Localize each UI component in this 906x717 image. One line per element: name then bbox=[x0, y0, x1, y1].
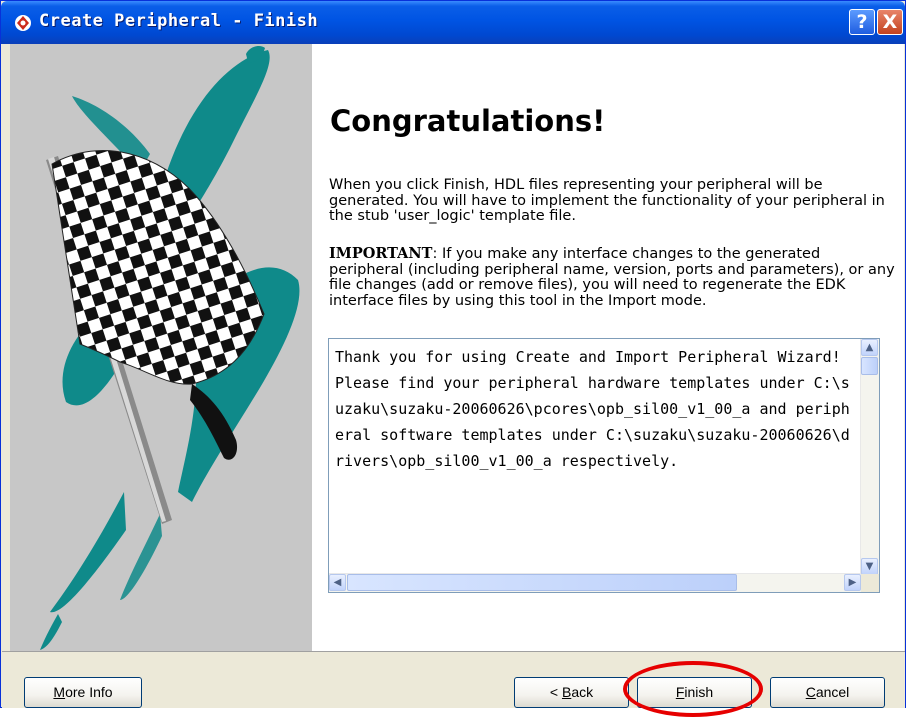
vertical-scroll-thumb[interactable] bbox=[861, 357, 878, 375]
finish-button[interactable]: Finish bbox=[637, 677, 752, 708]
help-button[interactable]: ? bbox=[849, 9, 875, 35]
button-bar: More Info < Back Finish Cancel bbox=[2, 651, 905, 708]
vertical-scrollbar[interactable]: ▲ ▼ bbox=[860, 339, 879, 575]
page-title: Congratulations! bbox=[330, 104, 606, 138]
title-bar[interactable]: Create Peripheral - Finish ? X bbox=[1, 1, 905, 44]
scroll-right-icon[interactable]: ▶ bbox=[844, 574, 861, 591]
back-button[interactable]: < Back bbox=[514, 677, 629, 708]
horizontal-scrollbar[interactable]: ◀ ▶ bbox=[329, 573, 861, 592]
close-button[interactable]: X bbox=[877, 9, 903, 35]
scroll-left-icon[interactable]: ◀ bbox=[329, 574, 346, 591]
content-panel: Congratulations! When you click Finish, … bbox=[312, 44, 904, 651]
more-info-button[interactable]: More Info bbox=[24, 677, 142, 708]
wizard-app-icon bbox=[15, 15, 31, 31]
important-note: IMPORTANT: If you make any interface cha… bbox=[329, 246, 899, 309]
important-label: IMPORTANT bbox=[329, 245, 433, 262]
checkered-flag-icon bbox=[40, 46, 300, 650]
scroll-down-icon[interactable]: ▼ bbox=[861, 558, 878, 575]
horizontal-scroll-thumb[interactable] bbox=[347, 574, 737, 591]
scroll-corner bbox=[861, 574, 879, 592]
scroll-up-icon[interactable]: ▲ bbox=[861, 339, 878, 356]
summary-text: Thank you for using Create and Import Pe… bbox=[335, 348, 850, 470]
finish-description: When you click Finish, HDL files represe… bbox=[329, 177, 885, 224]
wizard-window: Create Peripheral - Finish ? X Congratul… bbox=[0, 0, 906, 717]
summary-text-area[interactable]: Thank you for using Create and Import Pe… bbox=[328, 338, 880, 593]
cancel-button[interactable]: Cancel bbox=[770, 677, 885, 708]
window-title: Create Peripheral - Finish bbox=[39, 11, 319, 31]
wizard-banner bbox=[10, 44, 312, 651]
